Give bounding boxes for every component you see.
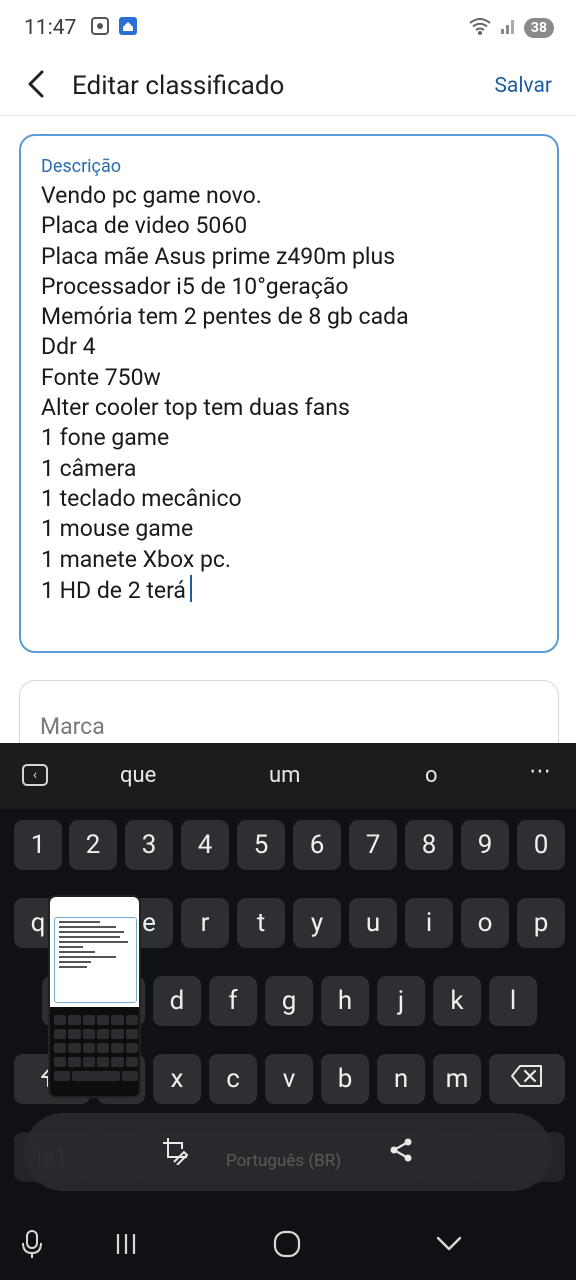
suggestion-3[interactable]: o [425,763,438,788]
description-label: Descrição [41,156,122,177]
key-b[interactable]: b [321,1054,369,1104]
key-t[interactable]: t [237,898,285,948]
page-title: Editar classificado [72,70,285,101]
voice-input-button[interactable] [12,1230,52,1262]
description-line: 1 mouse game [41,515,194,543]
key-o[interactable]: o [461,898,509,948]
key-l[interactable]: l [489,976,537,1026]
description-line: Ddr 4 [41,333,96,361]
key-c[interactable]: c [209,1054,257,1104]
chevron-down-icon [435,1235,463,1257]
key-6[interactable]: 6 [293,820,341,870]
key-p[interactable]: p [517,898,565,948]
save-button[interactable]: Salvar [494,74,552,98]
description-line: 1 teclado mecânico [41,484,242,512]
key-g[interactable]: g [265,976,313,1026]
key-4[interactable]: 4 [181,820,229,870]
text-cursor [189,574,192,602]
backspace-key[interactable] [489,1054,565,1104]
recent-apps-button[interactable] [106,1230,146,1262]
suggestion-bar: ‹ que um o ⋯ [0,743,576,809]
screenshot-thumbnail[interactable] [48,895,141,1098]
key-1[interactable]: 1 [14,820,62,870]
key-2[interactable]: 2 [69,820,117,870]
home-app-icon [118,16,138,40]
key-5[interactable]: 5 [237,820,285,870]
status-notification-icons [90,16,138,40]
description-line: 1 câmera [41,454,137,482]
brand-label: Marca [40,713,105,740]
key-r[interactable]: r [181,898,229,948]
collapse-toolbar-icon[interactable]: ‹ [22,764,48,786]
wifi-icon [468,16,492,40]
screen-capture-icon [90,16,110,40]
key-j[interactable]: j [377,976,425,1026]
keyboard-language-label: Português (BR) [226,1151,342,1171]
status-bar: 11:47 38 [0,0,576,56]
app-bar: Editar classificado Salvar [0,56,576,116]
description-line: 1 manete Xbox pc. [41,545,231,573]
key-u[interactable]: u [349,898,397,948]
key-3[interactable]: 3 [125,820,173,870]
key-8[interactable]: 8 [405,820,453,870]
signal-icon [500,17,516,39]
description-line: 1 HD de 2 terá [41,576,186,604]
microphone-icon [21,1229,43,1263]
recent-apps-icon [114,1232,138,1260]
key-9[interactable]: 9 [461,820,509,870]
share-button[interactable] [384,1135,418,1169]
key-7[interactable]: 7 [349,820,397,870]
edit-screenshot-button[interactable] [158,1135,192,1169]
description-line: Alter cooler top tem duas fans [41,394,350,422]
description-line: Placa de video 5060 [41,212,248,240]
key-x[interactable]: x [153,1054,201,1104]
description-line: Placa mãe Asus prime z490m plus [41,242,396,270]
description-line-last: 1 HD de 2 terá [41,574,537,606]
description-field[interactable]: Descrição Vendo pc game novo. Placa de v… [19,134,559,653]
key-0[interactable]: 0 [517,820,565,870]
home-button[interactable] [267,1230,307,1262]
navigation-bar [0,1212,576,1280]
suggestion-1[interactable]: que [120,763,156,788]
key-h[interactable]: h [321,976,369,1026]
description-line: Vendo pc game novo. [41,182,262,209]
description-text[interactable]: Vendo pc game novo. Placa de video 5060 … [41,181,537,606]
key-n[interactable]: n [377,1054,425,1104]
description-line: 1 fone game [41,424,170,452]
status-time: 11:47 [24,16,77,40]
key-y[interactable]: y [293,898,341,948]
back-button[interactable] [6,56,66,116]
back-arrow-icon [25,69,47,103]
thumbnail-keyboard [54,1015,138,1085]
description-line: Memória tem 2 pentes de 8 gb cada [41,303,409,331]
thumbnail-preview [50,897,139,1007]
key-i[interactable]: i [405,898,453,948]
hide-keyboard-button[interactable] [429,1230,469,1262]
screenshot-toolbar: Português (BR) [24,1113,552,1191]
backspace-icon [510,1064,544,1095]
thumbnail-field [54,917,137,1003]
key-k[interactable]: k [433,976,481,1026]
home-icon [273,1230,301,1262]
key-d[interactable]: d [153,976,201,1026]
key-f[interactable]: f [209,976,257,1026]
edit-crop-icon [160,1135,190,1169]
description-line: Processador i5 de 10°geração [41,272,349,300]
key-v[interactable]: v [265,1054,313,1104]
key-m[interactable]: m [433,1054,481,1104]
battery-badge: 38 [523,18,554,38]
description-line: Fonte 750w [41,363,161,391]
more-options-icon[interactable]: ⋯ [529,759,552,784]
share-icon [387,1136,415,1168]
suggestion-2[interactable]: um [269,763,300,788]
